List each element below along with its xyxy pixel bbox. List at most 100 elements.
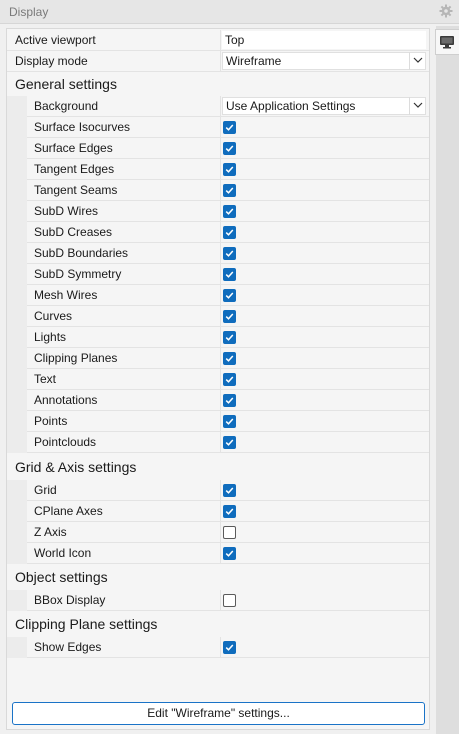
show-edges-checkbox[interactable] <box>223 641 236 654</box>
tangent-seams-checkbox[interactable] <box>223 184 236 197</box>
text-row: Text <box>7 369 429 390</box>
subd-wires-checkbox[interactable] <box>223 205 236 218</box>
grid-axis-settings-title: Grid & Axis settings <box>15 459 137 475</box>
panel-titlebar: Display <box>0 0 459 24</box>
checkmark-icon <box>225 229 234 236</box>
object-settings-header[interactable]: Object settings <box>7 567 429 588</box>
subd-symmetry-label: SubD Symmetry <box>34 267 122 281</box>
background-label: Background <box>34 99 99 113</box>
bbox-display-row: BBox Display <box>7 590 429 611</box>
checkmark-icon <box>225 208 234 215</box>
panel-title: Display <box>9 5 49 19</box>
background-row: Background Use Application Settings <box>7 96 429 117</box>
active-viewport-value: Top <box>225 33 245 47</box>
active-viewport-label: Active viewport <box>15 33 96 47</box>
edit-display-mode-settings-button[interactable]: Edit "Wireframe" settings... <box>12 702 425 725</box>
surface-isocurves-label: Surface Isocurves <box>34 120 131 134</box>
tangent-edges-label: Tangent Edges <box>34 162 115 176</box>
checkmark-icon <box>225 313 234 320</box>
side-tab-strip <box>436 26 459 734</box>
tangent-edges-checkbox[interactable] <box>223 163 236 176</box>
world-icon-label: World Icon <box>34 546 92 560</box>
checkmark-icon <box>225 187 234 194</box>
checkmark-icon <box>225 334 234 341</box>
mesh-wires-row: Mesh Wires <box>7 285 429 306</box>
subd-creases-label: SubD Creases <box>34 225 113 239</box>
checkmark-icon <box>225 145 234 152</box>
clipping-plane-settings-title: Clipping Plane settings <box>15 616 158 632</box>
checkmark-icon <box>225 292 234 299</box>
grid-checkbox[interactable] <box>223 484 236 497</box>
surface-edges-label: Surface Edges <box>34 141 113 155</box>
subd-wires-row: SubD Wires <box>7 201 429 222</box>
display-mode-dropdown[interactable]: Wireframe <box>222 52 426 70</box>
side-tab-display[interactable] <box>435 29 459 55</box>
subd-symmetry-row: SubD Symmetry <box>7 264 429 285</box>
checkmark-icon <box>225 508 234 515</box>
points-checkbox[interactable] <box>223 415 236 428</box>
world-icon-checkbox[interactable] <box>223 547 236 560</box>
tangent-seams-label: Tangent Seams <box>34 183 118 197</box>
checkmark-icon <box>225 644 234 651</box>
checkmark-icon <box>225 418 234 425</box>
grid-axis-settings-header[interactable]: Grid & Axis settings <box>7 457 429 478</box>
lights-checkbox[interactable] <box>223 331 236 344</box>
annotations-checkbox[interactable] <box>223 394 236 407</box>
bbox-display-checkbox[interactable] <box>223 594 236 607</box>
active-viewport-row: Active viewport Top <box>7 30 429 51</box>
clipping-plane-settings-header[interactable]: Clipping Plane settings <box>7 614 429 635</box>
tangent-edges-row: Tangent Edges <box>7 159 429 180</box>
bbox-display-label: BBox Display <box>34 593 106 607</box>
surface-edges-checkbox[interactable] <box>223 142 236 155</box>
annotations-row: Annotations <box>7 390 429 411</box>
curves-row: Curves <box>7 306 429 327</box>
pointclouds-checkbox[interactable] <box>223 436 236 449</box>
tangent-seams-row: Tangent Seams <box>7 180 429 201</box>
active-viewport-field[interactable]: Top <box>222 31 426 49</box>
background-dropdown[interactable]: Use Application Settings <box>222 97 426 115</box>
checkmark-icon <box>225 166 234 173</box>
subd-wires-label: SubD Wires <box>34 204 99 218</box>
lights-label: Lights <box>34 330 67 344</box>
world-icon-row: World Icon <box>7 543 429 564</box>
gear-icon[interactable] <box>439 4 453 18</box>
points-row: Points <box>7 411 429 432</box>
chevron-down-icon[interactable] <box>409 97 425 115</box>
surface-isocurves-checkbox[interactable] <box>223 121 236 134</box>
surface-edges-row: Surface Edges <box>7 138 429 159</box>
annotations-label: Annotations <box>34 393 98 407</box>
text-checkbox[interactable] <box>223 373 236 386</box>
pointclouds-label: Pointclouds <box>34 435 97 449</box>
checkmark-icon <box>225 397 234 404</box>
checkmark-icon <box>225 124 234 131</box>
grid-label: Grid <box>34 483 57 497</box>
clipping-planes-checkbox[interactable] <box>223 352 236 365</box>
checkmark-icon <box>225 376 234 383</box>
z-axis-label: Z Axis <box>34 525 67 539</box>
subd-boundaries-label: SubD Boundaries <box>34 246 129 260</box>
lights-row: Lights <box>7 327 429 348</box>
general-settings-title: General settings <box>15 76 117 92</box>
mesh-wires-checkbox[interactable] <box>223 289 236 302</box>
checkmark-icon <box>225 439 234 446</box>
checkmark-icon <box>225 550 234 557</box>
z-axis-checkbox[interactable] <box>223 526 236 539</box>
cplane-axes-checkbox[interactable] <box>223 505 236 518</box>
display-panel-window: Display Active viewport Top Display mode… <box>0 0 459 734</box>
show-edges-row: Show Edges <box>7 637 429 658</box>
cplane-axes-row: CPlane Axes <box>7 501 429 522</box>
surface-isocurves-row: Surface Isocurves <box>7 117 429 138</box>
curves-checkbox[interactable] <box>223 310 236 323</box>
display-mode-label: Display mode <box>15 54 88 68</box>
background-value: Use Application Settings <box>226 99 356 113</box>
chevron-down-icon[interactable] <box>409 52 425 70</box>
subd-symmetry-checkbox[interactable] <box>223 268 236 281</box>
mesh-wires-label: Mesh Wires <box>34 288 98 302</box>
checkmark-icon <box>225 355 234 362</box>
subd-creases-checkbox[interactable] <box>223 226 236 239</box>
object-settings-title: Object settings <box>15 569 108 585</box>
display-mode-value: Wireframe <box>226 54 282 68</box>
general-settings-header[interactable]: General settings <box>7 74 429 95</box>
checkmark-icon <box>225 250 234 257</box>
subd-boundaries-checkbox[interactable] <box>223 247 236 260</box>
